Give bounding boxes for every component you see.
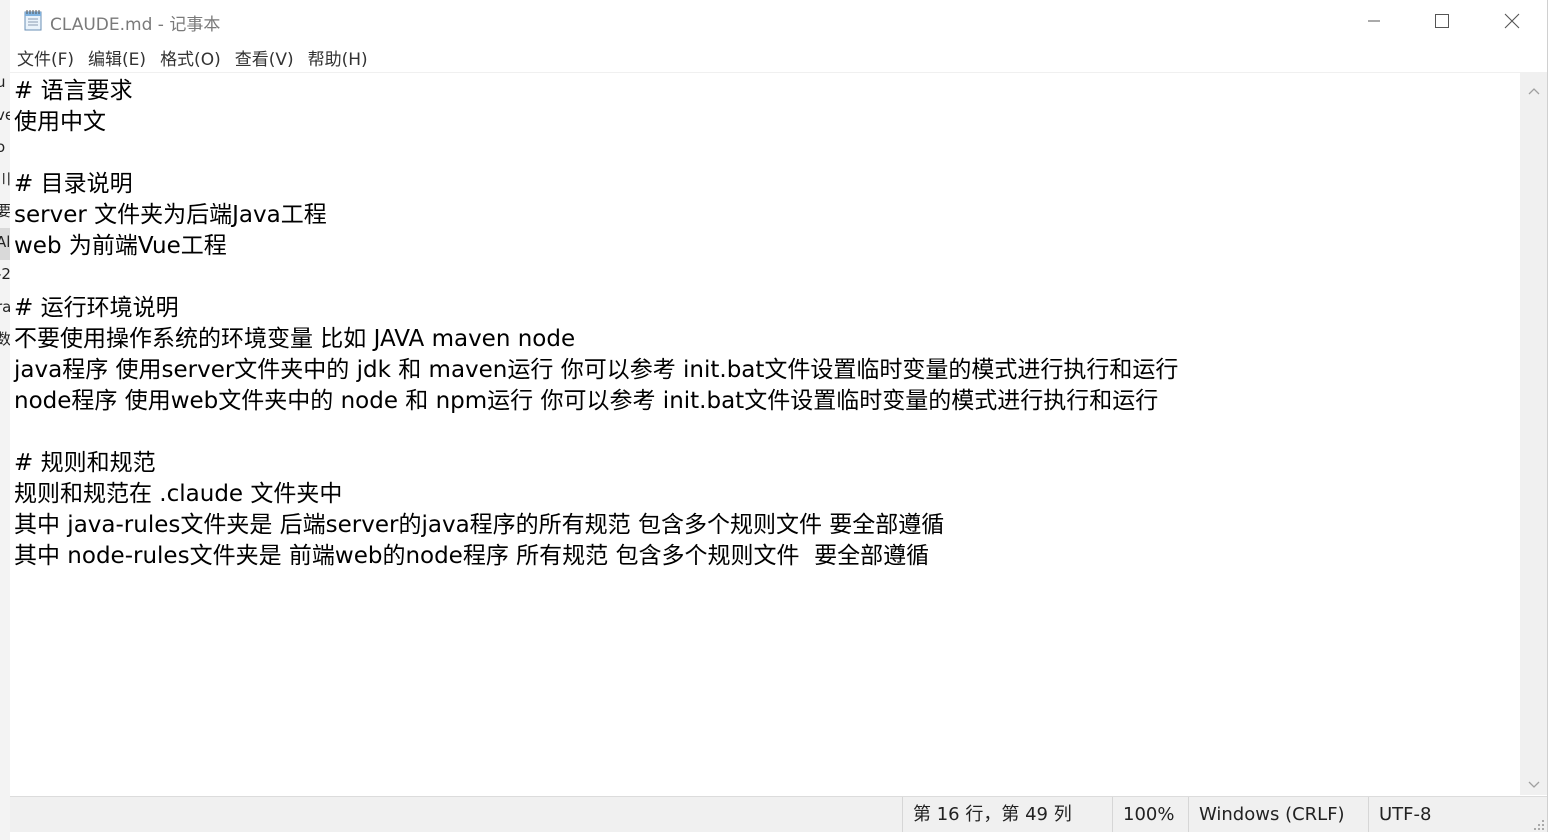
editor-line: # 目录说明 [14,171,133,197]
editor-line: node程序 使用web文件夹中的 node 和 npm运行 你可以参考 ini… [14,388,1159,414]
editor-line: 使用中文 [14,109,106,135]
chevron-up-icon [1528,80,1540,99]
editor-line: # 运行环境说明 [14,295,179,321]
menu-edit[interactable]: 编辑(E) [81,42,153,73]
vertical-scrollbar[interactable] [1520,73,1547,795]
menu-format[interactable]: 格式(O) [153,42,228,73]
background-fragment: 数 [0,330,10,348]
background-fragment: -2 [0,265,10,283]
background-fragment: ra [0,298,10,316]
editor-line: web 为前端Vue工程 [14,233,227,259]
chevron-down-icon [1528,774,1540,793]
editor-line: 其中 java-rules文件夹是 后端server的java程序的所有规范 包… [14,512,945,538]
maximize-icon [1434,13,1450,29]
menu-file[interactable]: 文件(F) [10,42,81,73]
editor-line: 其中 node-rules文件夹是 前端web的node程序 所有规范 包含多个… [14,543,930,569]
scroll-up-button[interactable] [1520,77,1547,101]
close-button[interactable] [1478,0,1546,42]
minimize-button[interactable] [1340,0,1408,42]
maximize-button[interactable] [1408,0,1476,42]
status-cursor-position: 第 16 行，第 49 列 [902,797,1112,832]
window-title: CLAUDE.md - 记事本 [50,15,221,35]
background-window-edge: u ve o 川 要 Al -2 ra 数 [0,0,10,840]
text-editor[interactable]: # 语言要求 使用中文 # 目录说明 server 文件夹为后端Java工程 w… [10,73,1520,795]
background-fragment: ve [0,106,10,124]
editor-line: # 规则和规范 [14,450,156,476]
background-fragment: Al [0,233,10,251]
notepad-icon [24,9,42,31]
background-fragment: 要 [0,202,10,220]
menu-bar: 文件(F) 编辑(E) 格式(O) 查看(V) 帮助(H) [10,42,1547,73]
editor-line: # 语言要求 [14,78,133,104]
resize-grip-icon[interactable] [1531,816,1545,830]
status-bar: 第 16 行，第 49 列 100% Windows (CRLF) UTF-8 [10,796,1547,832]
notepad-window: CLAUDE.md - 记事本 文件(F) 编辑(E) 格式(O) 查看(V) … [10,0,1548,832]
status-zoom: 100% [1112,797,1188,832]
background-fragment: u [0,73,6,91]
background-fragment: 川 [0,170,10,188]
title-bar[interactable]: CLAUDE.md - 记事本 [10,0,1547,42]
minimize-icon [1367,14,1381,28]
scroll-down-button[interactable] [1520,771,1547,795]
editor-line: 规则和规范在 .claude 文件夹中 [14,481,343,507]
editor-line: server 文件夹为后端Java工程 [14,202,327,228]
editor-line: 不要使用操作系统的环境变量 比如 JAVA maven node [14,326,576,352]
background-fragment: o [0,138,6,156]
menu-help[interactable]: 帮助(H) [301,42,375,73]
status-line-ending: Windows (CRLF) [1188,797,1368,832]
status-encoding: UTF-8 [1368,797,1518,832]
editor-line: java程序 使用server文件夹中的 jdk 和 maven运行 你可以参考… [14,357,1179,383]
close-icon [1504,13,1520,29]
menu-view[interactable]: 查看(V) [228,42,301,73]
